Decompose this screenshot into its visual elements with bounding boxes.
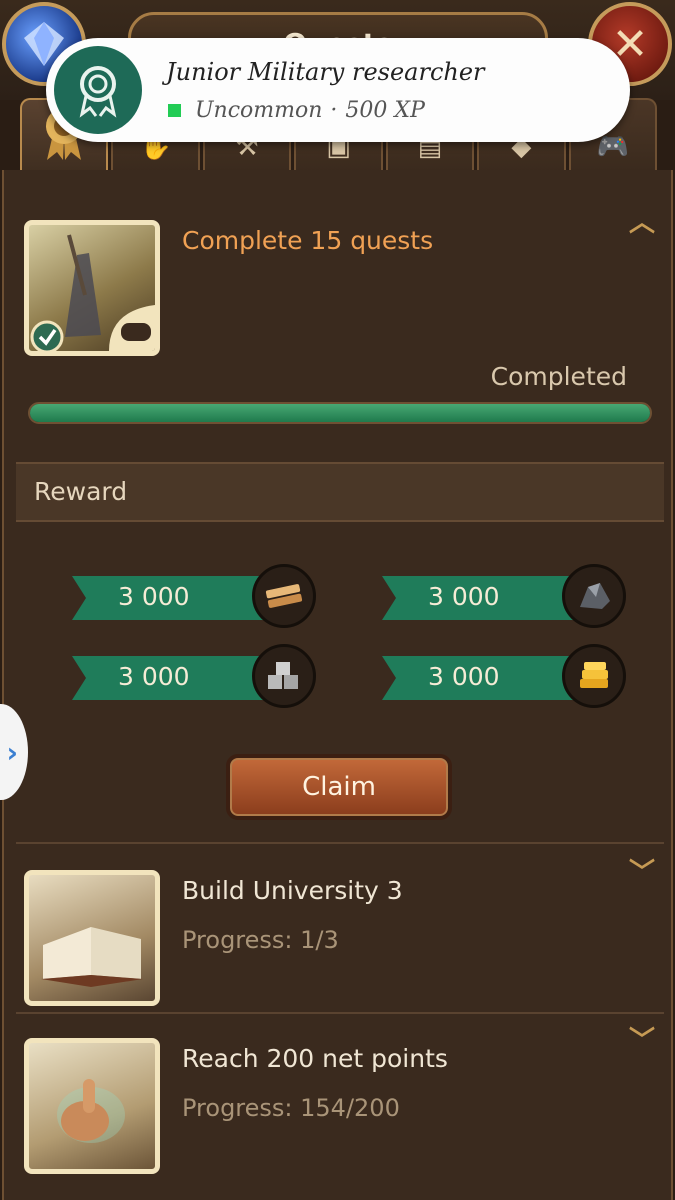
expand-chevron-icon[interactable]: ﹀ — [629, 1020, 655, 1057]
divider — [16, 842, 664, 844]
toast-title: Junior Military researcher — [166, 58, 485, 86]
active-quest-title: Complete 15 quests — [182, 226, 434, 255]
toast-separator: · — [330, 98, 338, 123]
divider — [16, 1012, 664, 1014]
coal-ore-icon — [562, 564, 626, 628]
reward-header: Reward — [16, 462, 664, 522]
reward-item-wood: 3 000 — [72, 564, 332, 628]
collapse-chevron-icon[interactable]: ︿ — [629, 202, 655, 239]
claim-button[interactable]: Claim — [226, 754, 452, 820]
quest-progress-fill — [30, 404, 650, 422]
stone-blocks-icon — [252, 644, 316, 708]
quest-title: Reach 200 net points — [182, 1044, 448, 1073]
quest-title: Build University 3 — [182, 876, 403, 905]
quest-progress-bar — [28, 402, 652, 424]
toast-xp: 500 XP — [345, 98, 425, 123]
gamepad-icon: 🎮 — [596, 132, 629, 162]
checkmark-icon — [30, 320, 64, 351]
quest-panel: Complete 15 quests ︿ Completed Reward 3 … — [2, 170, 673, 1200]
quest-progress: Progress: 1/3 — [182, 926, 339, 954]
reward-amount: 3 000 — [382, 656, 592, 700]
wood-planks-icon — [252, 564, 316, 628]
toast-subtitle: Uncommon · 500 XP — [168, 98, 425, 123]
toast-rarity: Uncommon — [195, 98, 323, 123]
rarity-indicator — [168, 104, 181, 117]
quest-thumbnail-commander — [24, 220, 160, 356]
reward-amount: 3 000 — [382, 576, 592, 620]
quest-thumbnail-book — [24, 870, 160, 1006]
quest-status: Completed — [490, 362, 627, 391]
reward-amount: 3 000 — [72, 656, 282, 700]
reward-amount: 3 000 — [72, 576, 282, 620]
reward-item-stone: 3 000 — [72, 644, 332, 708]
reward-item-coal: 3 000 — [382, 564, 642, 628]
chevron-right-icon: › — [6, 735, 18, 769]
gamepad-icon — [121, 323, 151, 341]
expand-chevron-icon[interactable]: ﹀ — [629, 852, 655, 889]
medal-icon — [54, 46, 142, 134]
quest-thumbnail-hand — [24, 1038, 160, 1174]
achievement-toast[interactable]: Junior Military researcher Uncommon · 50… — [46, 38, 630, 142]
quest-progress: Progress: 154/200 — [182, 1094, 400, 1122]
reward-item-gold: 3 000 — [382, 644, 642, 708]
gold-bars-icon — [562, 644, 626, 708]
